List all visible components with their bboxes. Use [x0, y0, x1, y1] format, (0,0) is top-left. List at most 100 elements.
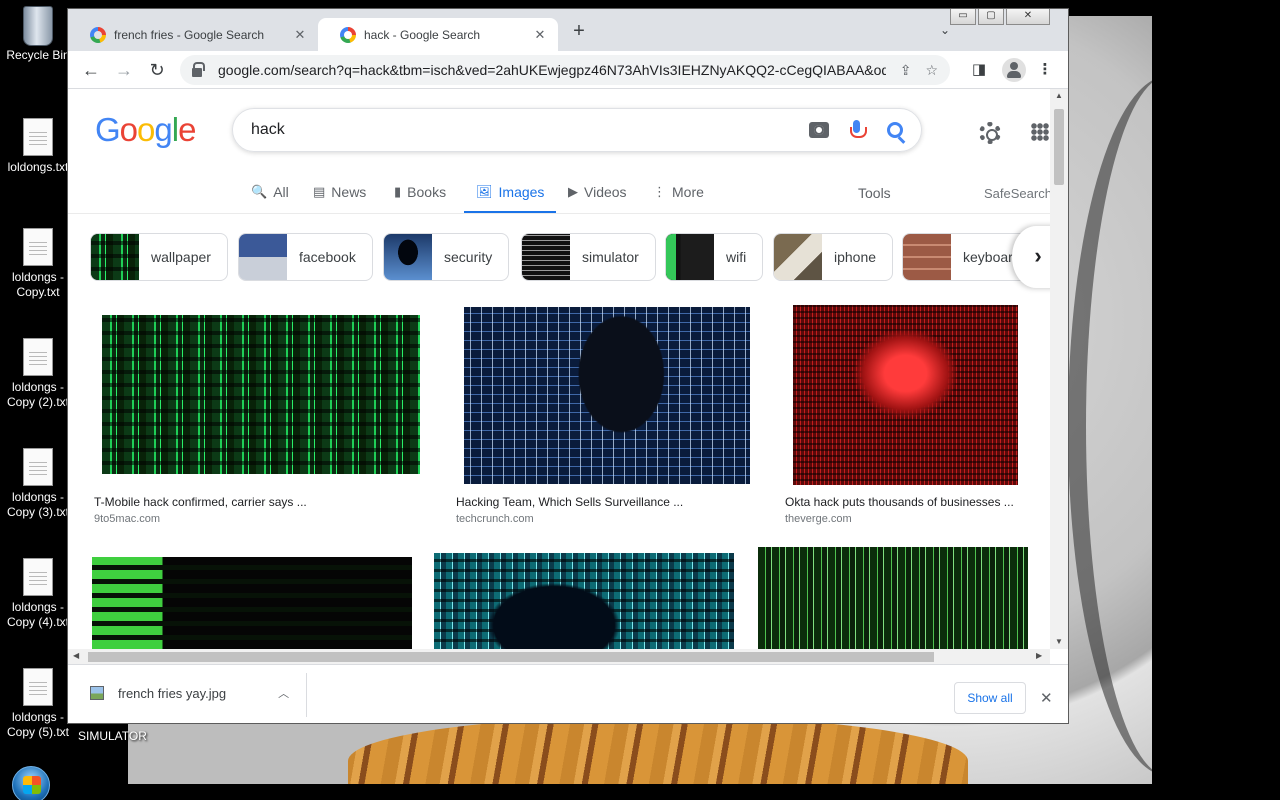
result-thumbnail[interactable] — [102, 315, 420, 474]
close-icon[interactable]: ✕ — [1040, 689, 1053, 707]
apps-grid-icon[interactable] — [1031, 123, 1049, 141]
tab-more[interactable]: ⋮ More — [653, 184, 704, 206]
tab-label: Videos — [584, 184, 627, 200]
desktop-icon-file[interactable]: loldongs - Copy (4).txt — [0, 558, 76, 630]
result-thumbnail[interactable] — [758, 547, 1028, 649]
desktop-icon-label: Recycle Bin — [6, 48, 70, 62]
share-icon[interactable]: ⇪ — [900, 62, 912, 79]
tab-books[interactable]: ▮ Books — [394, 184, 446, 206]
start-button[interactable] — [12, 766, 50, 800]
search-icon[interactable] — [887, 122, 903, 138]
scroll-down-arrow-icon[interactable]: ▼ — [1055, 637, 1063, 646]
lock-icon — [192, 62, 205, 77]
tab-news[interactable]: ▤ News — [313, 184, 366, 206]
page-viewport: Google hack 🔍 All ▤ News ▮ Books 🖼 Image… — [68, 89, 1050, 649]
reload-button[interactable]: ↻ — [146, 59, 168, 81]
horizontal-scroll-thumb[interactable] — [88, 652, 934, 662]
camera-icon[interactable] — [809, 122, 829, 138]
chip-iphone[interactable]: iphone — [773, 233, 894, 281]
search-box[interactable]: hack — [232, 108, 922, 152]
show-all-button[interactable]: Show all — [954, 682, 1026, 714]
tab-all[interactable]: 🔍 All — [251, 184, 289, 206]
profile-avatar[interactable] — [1002, 58, 1026, 82]
desktop-icon-label: loldongs - Copy (5).txt — [6, 710, 69, 739]
new-tab-button[interactable]: + — [568, 21, 590, 43]
desktop-icon-file[interactable]: loldongs - Copy (5).txt — [0, 668, 76, 740]
image-file-icon — [90, 686, 104, 700]
desktop-icon-file[interactable]: loldongs - Copy.txt — [0, 228, 76, 300]
result-thumbnail[interactable] — [464, 307, 750, 484]
desktop-icon-file[interactable]: loldongs.txt — [0, 118, 76, 175]
text-file-icon — [23, 338, 53, 376]
side-panel-icon[interactable]: ◨ — [968, 59, 990, 81]
chip-wifi[interactable]: wifi — [665, 233, 764, 281]
maximize-button[interactable]: ▢ — [978, 9, 1004, 25]
google-logo[interactable]: Google — [95, 111, 196, 149]
image-result[interactable]: Okta hack puts thousands of businesses .… — [781, 305, 1029, 529]
google-favicon-icon — [90, 26, 106, 43]
search-input[interactable]: hack — [251, 121, 809, 139]
result-source[interactable]: techcrunch.com — [456, 513, 534, 525]
chip-label: simulator — [582, 249, 639, 265]
close-tab-icon[interactable]: ✕ — [292, 27, 308, 43]
tab-hack[interactable]: hack - Google Search ✕ — [318, 18, 558, 51]
back-button[interactable]: ← — [80, 59, 102, 81]
scroll-left-arrow-icon[interactable]: ◀ — [73, 651, 79, 660]
desktop-icon-simulator-label[interactable]: SIMULATOR — [78, 729, 147, 743]
desktop-icon-label: loldongs - Copy.txt — [11, 270, 65, 299]
result-thumbnail[interactable] — [92, 557, 412, 649]
result-title[interactable]: Hacking Team, Which Sells Surveillance .… — [456, 495, 683, 509]
close-window-button[interactable]: ✕ — [1006, 9, 1050, 25]
result-title[interactable]: T-Mobile hack confirmed, carrier says ..… — [94, 495, 307, 509]
gear-icon[interactable] — [979, 122, 1001, 144]
download-file-name[interactable]: french fries yay.jpg — [118, 686, 226, 701]
chip-facebook[interactable]: facebook — [238, 233, 373, 281]
bookmark-star-icon[interactable]: ☆ — [925, 62, 938, 79]
image-result[interactable] — [758, 545, 1028, 649]
more-vert-icon: ⋮ — [653, 184, 666, 199]
tab-strip: french fries - Google Search ✕ hack - Go… — [68, 9, 1068, 51]
minimize-button[interactable]: ▭ — [950, 9, 976, 25]
address-bar[interactable]: google.com/search?q=hack&tbm=isch&ved=2a… — [180, 55, 950, 85]
vertical-scroll-thumb[interactable] — [1054, 109, 1064, 185]
tab-images[interactable]: 🖼 Images — [463, 184, 557, 214]
tab-french-fries[interactable]: french fries - Google Search ✕ — [68, 18, 318, 51]
desktop-icon-label: loldongs - Copy (3).txt — [6, 490, 69, 519]
chip-simulator[interactable]: simulator — [521, 233, 656, 281]
result-thumbnail[interactable] — [434, 553, 734, 649]
chip-security[interactable]: security — [383, 233, 510, 281]
tab-label: Books — [407, 184, 447, 200]
close-tab-icon[interactable]: ✕ — [532, 27, 548, 43]
browser-menu-icon[interactable]: ⋮ — [1034, 59, 1056, 81]
chip-label: wallpaper — [151, 249, 211, 265]
microphone-icon[interactable] — [850, 120, 867, 140]
horizontal-scrollbar[interactable]: ◀ ▶ — [68, 649, 1050, 664]
chip-wallpaper[interactable]: wallpaper — [90, 233, 228, 281]
image-result[interactable]: Hacking Team, Which Sells Surveillance .… — [452, 305, 762, 529]
result-thumbnail[interactable] — [793, 305, 1018, 485]
safesearch-button[interactable]: SafeSearch — [984, 186, 1050, 201]
chevron-up-icon[interactable]: ︿ — [278, 685, 289, 701]
desktop-icon-recycle-bin[interactable]: Recycle Bin — [0, 2, 76, 63]
plate-rim — [1068, 76, 1152, 776]
chip-thumbnail — [903, 234, 951, 280]
scroll-up-arrow-icon[interactable]: ▲ — [1055, 91, 1063, 100]
download-item[interactable]: french fries yay.jpg ︿ — [90, 685, 289, 701]
url-text[interactable]: google.com/search?q=hack&tbm=isch&ved=2a… — [218, 62, 886, 78]
tab-search-chevron-icon[interactable]: ⌄ — [940, 23, 950, 37]
image-result[interactable] — [432, 545, 734, 649]
google-favicon-icon — [340, 26, 356, 43]
scroll-right-arrow-icon[interactable]: ▶ — [1036, 651, 1042, 660]
desktop-icon-file[interactable]: loldongs - Copy (3).txt — [0, 448, 76, 520]
image-result[interactable]: T-Mobile hack confirmed, carrier says ..… — [90, 305, 432, 529]
fries-image — [348, 716, 968, 784]
tab-videos[interactable]: ▶ Videos — [568, 184, 627, 206]
tools-button[interactable]: Tools — [858, 185, 891, 201]
forward-button[interactable]: → — [113, 59, 135, 81]
result-title[interactable]: Okta hack puts thousands of businesses .… — [785, 495, 1014, 509]
desktop-icon-file[interactable]: loldongs - Copy (2).txt — [0, 338, 76, 410]
result-source[interactable]: theverge.com — [785, 513, 852, 525]
result-source[interactable]: 9to5mac.com — [94, 513, 160, 525]
image-result[interactable] — [90, 545, 412, 649]
vertical-scrollbar[interactable]: ▲ ▼ — [1050, 89, 1068, 649]
